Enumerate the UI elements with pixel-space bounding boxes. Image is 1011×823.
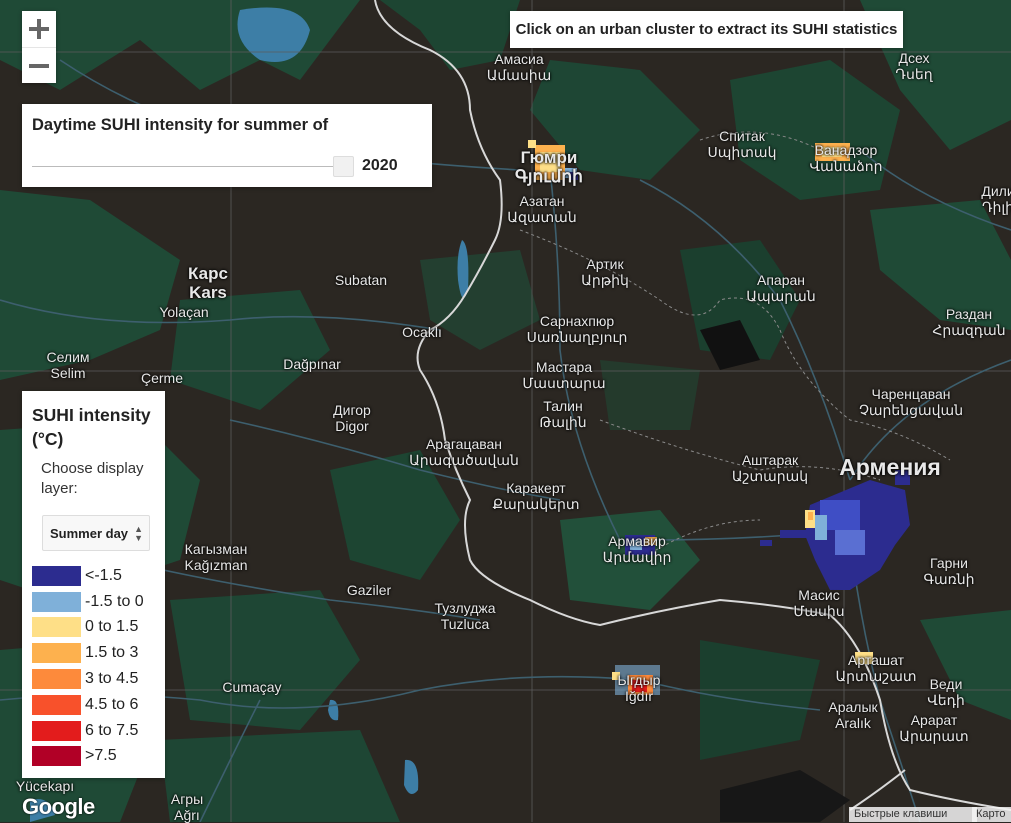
- legend-item: 0 to 1.5: [32, 615, 144, 641]
- year-slider-panel: Daytime SUHI intensity for summer of 202…: [22, 104, 432, 187]
- zoom-out-button[interactable]: [22, 47, 56, 84]
- hint-banner: Click on an urban cluster to extract its…: [510, 11, 903, 48]
- suhi-cluster-armavir[interactable]: [625, 535, 657, 555]
- legend-title: SUHI intensity (°C): [32, 405, 151, 449]
- legend-swatch: [32, 565, 81, 586]
- legend-items: <-1.5 -1.5 to 0 0 to 1.5 1.5 to 3 3 to 4.5 4.…: [32, 563, 144, 769]
- legend-item: -1.5 to 0: [32, 589, 144, 615]
- legend-item: >7.5: [32, 744, 144, 770]
- legend-label: 4.5 to 6: [85, 695, 139, 713]
- minus-icon: [29, 64, 49, 68]
- legend-label: >7.5: [85, 747, 117, 765]
- legend-swatch: [32, 746, 81, 767]
- google-logo: Google: [22, 794, 95, 819]
- legend-label: 3 to 4.5: [85, 670, 139, 688]
- legend-item: 6 to 7.5: [32, 718, 144, 744]
- map-data-attribution[interactable]: Карто: [972, 807, 1011, 822]
- suhi-cluster-igdir[interactable]: [612, 665, 660, 695]
- legend-swatch: [32, 669, 81, 690]
- legend-label: 6 to 7.5: [85, 721, 139, 739]
- display-layer-select[interactable]: Summer day ▲ ▼: [42, 515, 150, 551]
- slider-track[interactable]: [32, 166, 352, 167]
- slider-title: Daytime SUHI intensity for summer of: [32, 116, 329, 134]
- legend-item: 4.5 to 6: [32, 692, 144, 718]
- zoom-control: [22, 11, 56, 83]
- legend-subtitle: Choose display layer:: [41, 460, 144, 497]
- legend-item: 1.5 to 3: [32, 640, 144, 666]
- select-arrows-icon: ▲ ▼: [134, 524, 143, 543]
- legend-swatch: [32, 591, 81, 612]
- slider-year-value: 2020: [362, 157, 398, 174]
- keyboard-shortcuts-link[interactable]: Быстрые клавиши: [849, 807, 977, 822]
- plus-icon: [29, 19, 49, 39]
- legend-label: <-1.5: [85, 566, 122, 584]
- legend-item: 3 to 4.5: [32, 666, 144, 692]
- legend-swatch: [32, 694, 81, 715]
- legend-label: 0 to 1.5: [85, 618, 139, 636]
- legend-item: <-1.5: [32, 563, 144, 589]
- legend-swatch: [32, 617, 81, 638]
- legend-panel: SUHI intensity (°C) Choose display layer…: [22, 391, 165, 778]
- display-layer-value: Summer day: [50, 525, 129, 541]
- hint-text: Click on an urban cluster to extract its…: [515, 21, 898, 38]
- suhi-cluster-vanadzor[interactable]: [815, 143, 850, 161]
- zoom-in-button[interactable]: [22, 11, 56, 47]
- suhi-cluster-artashat[interactable]: [855, 652, 873, 664]
- legend-swatch: [32, 720, 81, 741]
- legend-swatch: [32, 643, 81, 664]
- legend-label: 1.5 to 3: [85, 644, 139, 662]
- legend-label: -1.5 to 0: [85, 592, 144, 610]
- slider-handle[interactable]: [333, 156, 354, 177]
